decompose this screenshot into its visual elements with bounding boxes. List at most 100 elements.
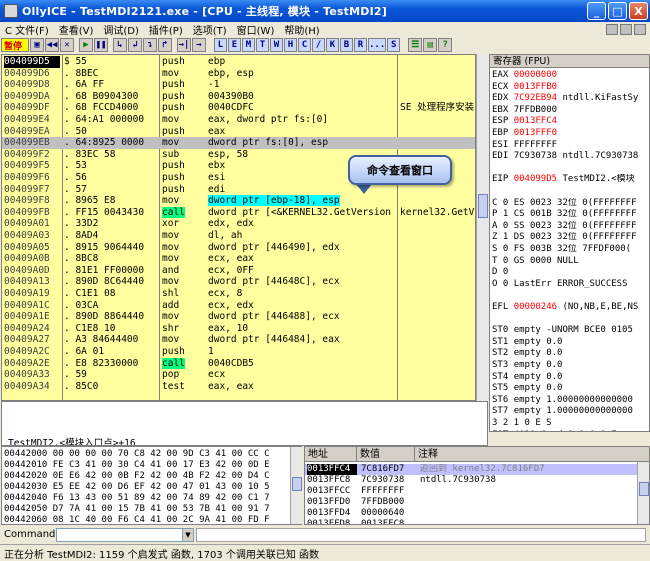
- maximize-button[interactable]: □: [608, 2, 627, 20]
- disasm-row[interactable]: 00409A0D . 81E1 FF00000 and ecx, 0FF: [2, 265, 475, 277]
- disasm-row[interactable]: 004099F7. 57 push edi: [2, 184, 475, 196]
- register-row[interactable]: ST5 empty 0.0: [492, 383, 649, 395]
- disasm-row[interactable]: 00409A2C . 6A 01 push 1: [2, 346, 475, 358]
- register-row[interactable]: ECX 0013FFB0: [492, 82, 649, 94]
- dump-row[interactable]: 00442060 08 1C 40 00 F6 C4 41 00 2C 9A 4…: [4, 515, 289, 524]
- child-restore-icon[interactable]: [620, 24, 632, 35]
- step-over-button[interactable]: ↲: [128, 38, 142, 52]
- menu-view[interactable]: 查看(V): [54, 22, 99, 37]
- scroll-thumb[interactable]: [292, 477, 302, 491]
- disasm-row[interactable]: 00409A1E . 890D 8864440 mov dword ptr [4464…: [2, 311, 475, 323]
- register-row[interactable]: ST0 empty -UNORM BCE0 0105: [492, 325, 649, 337]
- register-row[interactable]: O 0 LastErr ERROR_SUCCESS: [492, 279, 649, 291]
- child-close-icon[interactable]: [634, 24, 646, 35]
- disasm-row[interactable]: 00409A13 . 890D 8C64440 mov dword ptr [4464…: [2, 276, 475, 288]
- execute-till-return-button[interactable]: →|: [177, 38, 191, 52]
- register-row[interactable]: EBX 7FFDB000: [492, 105, 649, 117]
- register-row[interactable]: EDI 7C930738 ntdll.7C930738: [492, 151, 649, 163]
- register-row[interactable]: ST4 empty 0.0: [492, 372, 649, 384]
- register-row[interactable]: S 0 FS 003B 32位 7FFDF000(: [492, 244, 649, 256]
- dump-row[interactable]: 00442050 D7 7A 41 00 15 7B 41 00 53 7B 4…: [4, 504, 289, 515]
- stack-row[interactable]: 0013FFD0 7FFDB000: [305, 497, 638, 508]
- disasm-row[interactable]: 004099FB . FF15 0043430 call dword ptr [<&K…: [2, 206, 475, 219]
- register-row[interactable]: [492, 314, 649, 326]
- appearance-button[interactable]: ▤: [423, 38, 438, 52]
- trace-over-button[interactable]: ↱: [158, 38, 172, 52]
- child-minimize-icon[interactable]: [606, 24, 618, 35]
- scroll-thumb[interactable]: [639, 482, 649, 496]
- disasm-row[interactable]: 004099D8 . 6A FF push -1: [2, 79, 475, 91]
- disasm-row[interactable]: 00409A2E . E8 82330000 call 0040CDB5: [2, 357, 475, 370]
- menu-plugins[interactable]: 插件(P): [144, 22, 188, 37]
- register-row[interactable]: EIP 004099D5 TestMDI2.<模块: [492, 174, 649, 186]
- menu-window[interactable]: 窗口(W): [232, 22, 280, 37]
- stack-row[interactable]: 0013FFC8 7C930738 ntdll.7C930738: [305, 475, 638, 486]
- stack-row[interactable]: 0013FFD8 0013FFC8: [305, 519, 638, 524]
- pause-button[interactable]: ❚❚: [94, 38, 108, 52]
- options-button[interactable]: ☰: [408, 38, 423, 52]
- register-row[interactable]: [492, 186, 649, 198]
- open-button[interactable]: ▣: [30, 38, 44, 52]
- minimize-button[interactable]: _: [587, 2, 606, 20]
- disasm-row[interactable]: 00409A1C . 03CA add ecx, edx: [2, 300, 475, 312]
- dump-row[interactable]: 00442030 E5 EE 42 00 D6 EF 42 00 47 01 4…: [4, 482, 289, 493]
- disasm-row[interactable]: 00409A34 . 85C0 test eax, eax: [2, 381, 475, 393]
- dump-row[interactable]: 00442000 00 00 00 00 70 C8 42 00 9D C3 4…: [4, 449, 289, 460]
- memory-dump-pane[interactable]: 00442000 00 00 00 00 70 C8 42 00 9D C3 4…: [1, 446, 302, 525]
- register-row[interactable]: FST 4020 Cond 1 0 0 0 Err: [492, 430, 649, 431]
- menu-debug[interactable]: 调试(D): [98, 22, 144, 37]
- dump-row[interactable]: 00442040 F6 13 43 00 51 89 42 00 74 89 4…: [4, 493, 289, 504]
- register-row[interactable]: D 0: [492, 267, 649, 279]
- register-row[interactable]: EFL 00000246 (NO,NB,E,BE,NS: [492, 302, 649, 314]
- stack-row[interactable]: 0013FFC4 7C816FD7 返回到 kernel32.7C816FD7: [305, 464, 638, 475]
- register-row[interactable]: ST6 empty 1.00000000000000: [492, 395, 649, 407]
- menu-file[interactable]: C 文件(F): [0, 22, 54, 37]
- step-into-button[interactable]: ↳: [113, 38, 127, 52]
- register-row[interactable]: [492, 163, 649, 175]
- disasm-row[interactable]: 004099DA . 68 B0904300 push 004390B0: [2, 91, 475, 103]
- register-row[interactable]: T 0 GS 0000 NULL: [492, 256, 649, 268]
- disasm-row[interactable]: 004099D5 $ 55 push ebp: [2, 56, 475, 68]
- scroll-thumb[interactable]: [478, 194, 488, 218]
- call-stack-button[interactable]: K: [326, 38, 339, 52]
- disasm-row[interactable]: 00409A27 . A3 84644400 mov dword ptr [44648…: [2, 334, 475, 346]
- register-row[interactable]: ESI FFFFFFFF: [492, 140, 649, 152]
- source-button[interactable]: S: [387, 38, 401, 52]
- modules-button[interactable]: E: [228, 38, 241, 52]
- trace-into-button[interactable]: ↴: [143, 38, 157, 52]
- disasm-row[interactable]: 004099F8 . 8965 E8 mov dword ptr [ebp-18], …: [2, 195, 475, 207]
- menu-options[interactable]: 选项(T): [188, 22, 232, 37]
- close-button[interactable]: X: [629, 2, 648, 20]
- windows-button[interactable]: W: [270, 38, 283, 52]
- stack-pane[interactable]: 地址 数值 注释 0013FFC4 7C816FD7 返回到 kernel32.7C…: [304, 446, 650, 525]
- run-trace-button[interactable]: ...: [368, 38, 387, 52]
- register-row[interactable]: EAX 00000000: [492, 70, 649, 82]
- patches-button[interactable]: /: [312, 38, 325, 52]
- disasm-row[interactable]: 00409A19 . C1E1 08 shl ecx, 8: [2, 288, 475, 300]
- references-button[interactable]: R: [354, 38, 367, 52]
- register-row[interactable]: 3 2 1 0 E S: [492, 418, 649, 430]
- dump-scrollbar[interactable]: [290, 447, 302, 524]
- register-row[interactable]: ST3 empty 0.0: [492, 360, 649, 372]
- cpu-button[interactable]: C: [298, 38, 311, 52]
- register-row[interactable]: ST2 empty 0.0: [492, 348, 649, 360]
- stack-row[interactable]: 0013FFCC FFFFFFFF: [305, 486, 638, 497]
- help-button[interactable]: ?: [438, 38, 453, 52]
- disasm-row[interactable]: 00409A01 . 33D2 xor edx, edx: [2, 218, 475, 230]
- run-button[interactable]: ▶: [79, 38, 93, 52]
- stack-col-value[interactable]: 数值: [357, 447, 415, 461]
- register-row[interactable]: Z 1 DS 0023 32位 0(FFFFFFFF: [492, 232, 649, 244]
- disasm-row[interactable]: 00409A05 . 8915 9064440 mov dword ptr [4464…: [2, 242, 475, 254]
- disasm-row[interactable]: 00409A33 . 59 pop ecx: [2, 369, 475, 381]
- register-row[interactable]: C 0 ES 0023 32位 0(FFFFFFFF: [492, 198, 649, 210]
- restart-button[interactable]: ◀◀: [45, 38, 59, 52]
- breakpoints-button[interactable]: B: [340, 38, 353, 52]
- dump-row[interactable]: 00442010 FE C3 41 00 30 C4 41 00 17 E3 4…: [4, 460, 289, 471]
- threads-button[interactable]: T: [256, 38, 269, 52]
- command-dropdown-icon[interactable]: ▼: [182, 528, 194, 542]
- register-row[interactable]: [492, 290, 649, 302]
- register-row[interactable]: ST7 empty 1.00000000000000: [492, 406, 649, 418]
- log-window-button[interactable]: L: [214, 38, 227, 52]
- register-row[interactable]: A 0 SS 0023 32位 0(FFFFFFFF: [492, 221, 649, 233]
- disasm-row[interactable]: 004099E4 . 64:A1 000000 mov eax, dword ptr …: [2, 114, 475, 126]
